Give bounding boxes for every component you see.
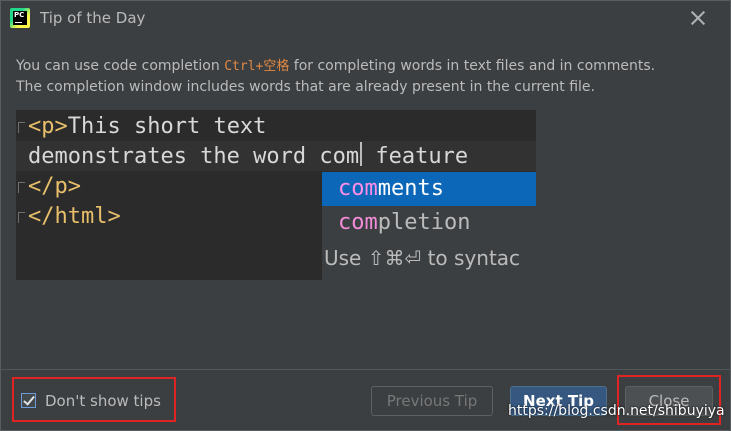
footer-separator bbox=[0, 369, 731, 370]
fold-marker-icon bbox=[18, 212, 25, 223]
completion-item-completion: completion bbox=[322, 206, 536, 240]
match-text: com bbox=[338, 176, 378, 201]
code-line: </html> bbox=[28, 202, 121, 232]
completion-popup: comments completion Use ⇧⌘⏎ to syntac bbox=[322, 172, 536, 280]
pycharm-app-icon: PC bbox=[10, 8, 30, 28]
editor-gutter bbox=[16, 110, 26, 280]
dont-show-checkbox[interactable] bbox=[21, 393, 36, 408]
match-text: com bbox=[338, 210, 378, 235]
completion-hint: Use ⇧⌘⏎ to syntac bbox=[324, 246, 521, 270]
close-icon[interactable] bbox=[688, 8, 708, 28]
tip-description: You can use code completion Ctrl+空格 for … bbox=[16, 56, 716, 97]
fold-marker-icon bbox=[18, 182, 25, 193]
dont-show-label[interactable]: Don't show tips bbox=[45, 392, 161, 410]
code-text: feature bbox=[362, 144, 469, 169]
code-line: demonstrates the word com feature bbox=[28, 142, 468, 172]
code-line: <p>This short text bbox=[28, 112, 266, 142]
code-text: This short text bbox=[67, 114, 267, 139]
html-tag: </p> bbox=[28, 174, 81, 199]
tip-text-line2: The completion window includes words tha… bbox=[16, 79, 595, 95]
annotation-box-checkbox: Don't show tips bbox=[12, 377, 176, 422]
completion-item-comments: comments bbox=[322, 172, 536, 206]
fold-marker-icon bbox=[18, 122, 25, 133]
tip-text: You can use code completion bbox=[16, 58, 225, 74]
completion-text: ments bbox=[377, 176, 444, 201]
html-tag: <p> bbox=[28, 114, 68, 139]
watermark-text: https://blog.csdn.net/shibuyiya bbox=[508, 403, 725, 419]
dialog-title: Tip of the Day bbox=[40, 9, 146, 27]
tip-text-continued: for completing words in text files and i… bbox=[289, 58, 656, 74]
shortcut-text: Ctrl+空格 bbox=[224, 59, 290, 74]
completion-text: pletion bbox=[377, 210, 471, 235]
html-tag: </html> bbox=[28, 204, 121, 229]
title-bar: PC Tip of the Day bbox=[0, 0, 731, 38]
previous-tip-button[interactable]: Previous Tip bbox=[371, 386, 493, 416]
code-text: demonstrates the word com bbox=[28, 144, 360, 169]
code-line: </p> bbox=[28, 172, 81, 202]
